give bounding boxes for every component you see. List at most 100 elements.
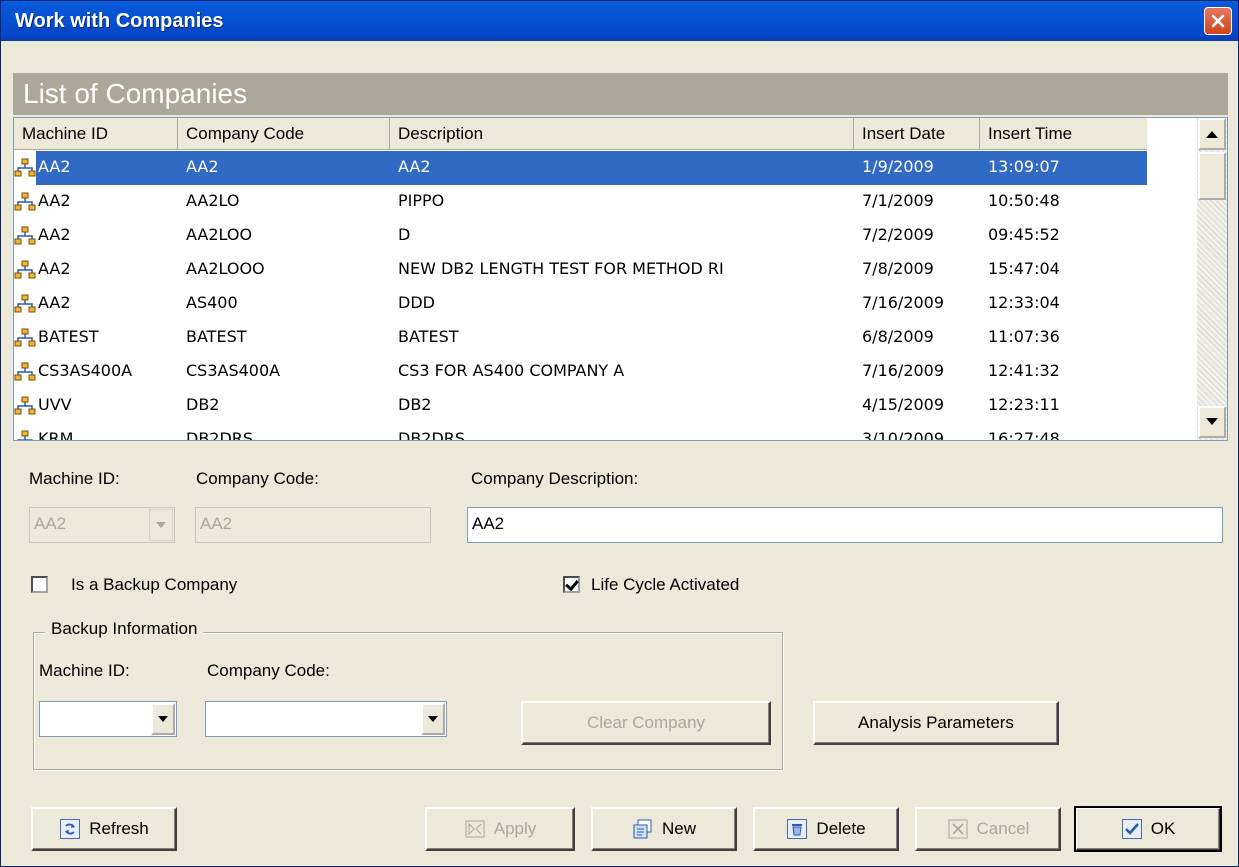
clear-company-label: Clear Company xyxy=(586,713,706,732)
cell-time: 10:50:48 xyxy=(988,191,1060,210)
vertical-scrollbar[interactable] xyxy=(1197,118,1227,440)
apply-icon xyxy=(465,820,485,838)
company-description-label: Company Description: xyxy=(471,469,639,488)
delete-button[interactable]: Delete xyxy=(753,807,899,851)
cell-code: BATEST xyxy=(186,327,247,346)
refresh-label: Refresh xyxy=(89,819,149,838)
cell-time: 12:23:11 xyxy=(988,395,1060,414)
cell-desc: DDD xyxy=(398,293,435,312)
dropdown-arrow[interactable] xyxy=(151,703,175,735)
network-company-icon xyxy=(14,362,36,382)
column-header-description[interactable]: Description xyxy=(390,118,854,150)
cell-code: AA2LOOO xyxy=(186,259,265,278)
cell-time: 15:47:04 xyxy=(988,259,1060,278)
backup-company-code-dropdown[interactable] xyxy=(205,701,447,737)
refresh-icon xyxy=(60,819,81,839)
table-row[interactable]: AA2 AA2 AA2 1/9/2009 13:09:07 xyxy=(14,151,1147,185)
cell-machine: AA2 xyxy=(38,225,71,244)
table-row[interactable]: AA2 AA2LO PIPPO 7/1/2009 10:50:48 xyxy=(14,185,1147,219)
cell-code: AA2LO xyxy=(186,191,240,210)
delete-label: Delete xyxy=(816,819,866,838)
network-company-icon xyxy=(14,328,36,348)
cell-desc: DB2 xyxy=(398,395,432,414)
new-label: New xyxy=(661,819,696,838)
table-row[interactable]: AA2 AA2LOO D 7/2/2009 09:45:52 xyxy=(14,219,1147,253)
list-header: List of Companies xyxy=(13,73,1228,115)
arrow-up-icon xyxy=(1206,131,1218,138)
cell-time: 13:09:07 xyxy=(980,151,1147,185)
company-description-field[interactable]: AA2 xyxy=(467,507,1223,543)
dropdown-arrow[interactable] xyxy=(149,509,173,541)
company-code-label: Company Code: xyxy=(196,469,319,488)
companies-grid[interactable]: Machine ID Company Code Description Inse… xyxy=(13,117,1228,441)
trash-icon xyxy=(787,819,808,839)
cell-machine: AA2 xyxy=(38,293,71,312)
chevron-down-icon xyxy=(156,522,166,528)
cell-desc: PIPPO xyxy=(398,191,445,210)
table-row[interactable]: AA2 AS400 DDD 7/16/2009 12:33:04 xyxy=(14,287,1147,321)
network-company-icon xyxy=(14,260,36,280)
cell-date: 4/15/2009 xyxy=(862,395,945,414)
analysis-parameters-button[interactable]: Analysis Parameters xyxy=(813,701,1059,745)
scroll-up-button[interactable] xyxy=(1198,118,1226,150)
cell-time: 11:07:36 xyxy=(988,327,1060,346)
machine-id-value: AA2 xyxy=(34,514,67,533)
cell-code: DB2DRS xyxy=(186,429,254,441)
title-bar[interactable]: Work with Companies xyxy=(1,1,1238,41)
new-button[interactable]: New xyxy=(591,807,737,851)
cell-date: 7/16/2009 xyxy=(862,293,945,312)
cell-machine: AA2 xyxy=(38,191,71,210)
cell-code: AA2LOO xyxy=(186,225,253,244)
backup-company-checkbox[interactable] xyxy=(31,576,48,593)
cell-machine: CS3AS400A xyxy=(38,361,133,380)
table-row[interactable]: KRM DB2DRS DB2DRS 3/10/2009 16:27:48 xyxy=(14,423,1147,441)
cell-desc: CS3 FOR AS400 COMPANY A xyxy=(398,361,625,380)
cell-time: 16:27:48 xyxy=(988,429,1060,441)
table-row[interactable]: UVV DB2 DB2 4/15/2009 12:23:11 xyxy=(14,389,1147,423)
column-header-company-code[interactable]: Company Code xyxy=(178,118,390,150)
cell-machine: AA2 xyxy=(36,151,178,185)
scroll-down-button[interactable] xyxy=(1198,406,1226,438)
column-header-machine-id[interactable]: Machine ID xyxy=(14,118,178,150)
cell-code: DB2 xyxy=(186,395,220,414)
new-icon xyxy=(633,819,652,839)
cell-time: 12:41:32 xyxy=(988,361,1060,380)
cell-machine: BATEST xyxy=(38,327,99,346)
cell-desc: AA2 xyxy=(390,151,854,185)
network-company-icon xyxy=(14,158,36,178)
cell-date: 7/1/2009 xyxy=(862,191,934,210)
cancel-label: Cancel xyxy=(976,819,1030,838)
company-code-field[interactable]: AA2 xyxy=(195,507,431,543)
backup-machine-id-dropdown[interactable] xyxy=(39,701,177,737)
close-button[interactable] xyxy=(1204,7,1232,35)
column-header-insert-time[interactable]: Insert Time xyxy=(980,118,1147,150)
clear-company-button[interactable]: Clear Company xyxy=(521,701,771,745)
refresh-button[interactable]: Refresh xyxy=(31,807,177,851)
table-row[interactable]: AA2 AA2LOOO NEW DB2 LENGTH TEST FOR METHOD… xyxy=(14,253,1147,287)
chevron-down-icon xyxy=(158,716,168,722)
cell-date: 3/10/2009 xyxy=(862,429,945,441)
cell-code: CS3AS400A xyxy=(186,361,281,380)
cell-time: 09:45:52 xyxy=(988,225,1060,244)
network-company-icon xyxy=(14,192,36,212)
cancel-icon xyxy=(948,819,968,839)
dropdown-arrow[interactable] xyxy=(421,703,445,735)
arrow-down-icon xyxy=(1206,418,1218,425)
life-cycle-checkbox[interactable] xyxy=(563,576,580,593)
close-icon xyxy=(1211,14,1225,28)
cell-machine: KRM xyxy=(38,429,74,441)
cell-desc: BATEST xyxy=(398,327,459,346)
network-company-icon xyxy=(14,396,36,416)
network-company-icon xyxy=(14,226,36,246)
column-header-insert-date[interactable]: Insert Date xyxy=(854,118,980,150)
apply-button[interactable]: Apply xyxy=(425,807,575,851)
cancel-button[interactable]: Cancel xyxy=(915,807,1061,851)
cell-date: 7/16/2009 xyxy=(862,361,945,380)
scroll-thumb[interactable] xyxy=(1198,152,1226,200)
table-row[interactable]: BATEST BATEST BATEST 6/8/2009 11:07:36 xyxy=(14,321,1147,355)
apply-label: Apply xyxy=(493,819,537,838)
chevron-down-icon xyxy=(428,716,438,722)
machine-id-dropdown[interactable]: AA2 xyxy=(29,507,175,543)
ok-button[interactable]: OK xyxy=(1074,806,1222,852)
table-row[interactable]: CS3AS400A CS3AS400A CS3 FOR AS400 COMPANY … xyxy=(14,355,1147,389)
